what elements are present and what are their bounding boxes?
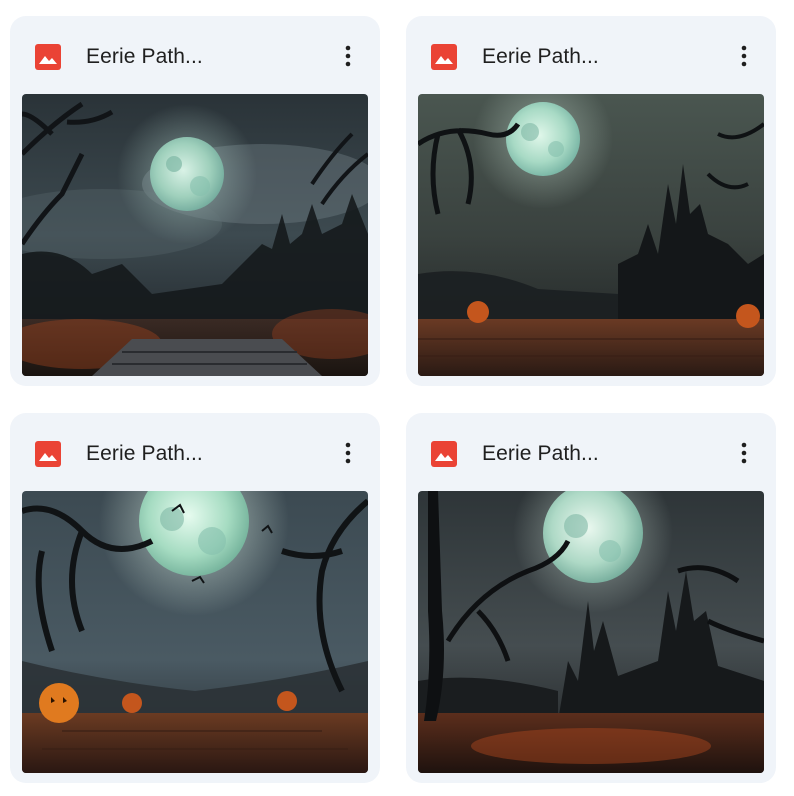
halloween-scene-image (22, 94, 368, 376)
more-options-button[interactable] (332, 40, 364, 72)
more-vert-icon (741, 45, 747, 67)
card-header: Eerie Path... (406, 413, 776, 489)
image-icon (431, 441, 457, 467)
image-icon (35, 44, 61, 70)
halloween-scene-image (418, 491, 764, 773)
image-icon (431, 44, 457, 70)
more-options-button[interactable] (728, 40, 760, 72)
more-vert-icon (741, 442, 747, 464)
file-card[interactable]: Eerie Path... (10, 413, 380, 783)
image-thumbnail[interactable] (418, 94, 764, 376)
file-title: Eerie Path... (482, 442, 599, 465)
more-vert-icon (345, 442, 351, 464)
image-thumbnail[interactable] (22, 94, 368, 376)
card-header: Eerie Path... (406, 16, 776, 92)
file-title: Eerie Path... (86, 45, 203, 68)
file-card[interactable]: Eerie Path... (10, 16, 380, 386)
more-options-button[interactable] (728, 437, 760, 469)
image-icon (35, 441, 61, 467)
card-header: Eerie Path... (10, 16, 380, 92)
halloween-scene-image (22, 491, 368, 773)
more-options-button[interactable] (332, 437, 364, 469)
file-card[interactable]: Eerie Path... (406, 16, 776, 386)
file-title: Eerie Path... (86, 442, 203, 465)
file-title: Eerie Path... (482, 45, 599, 68)
more-vert-icon (345, 45, 351, 67)
card-header: Eerie Path... (10, 413, 380, 489)
halloween-scene-image (418, 94, 764, 376)
image-thumbnail[interactable] (418, 491, 764, 773)
file-card[interactable]: Eerie Path... (406, 413, 776, 783)
image-thumbnail[interactable] (22, 491, 368, 773)
